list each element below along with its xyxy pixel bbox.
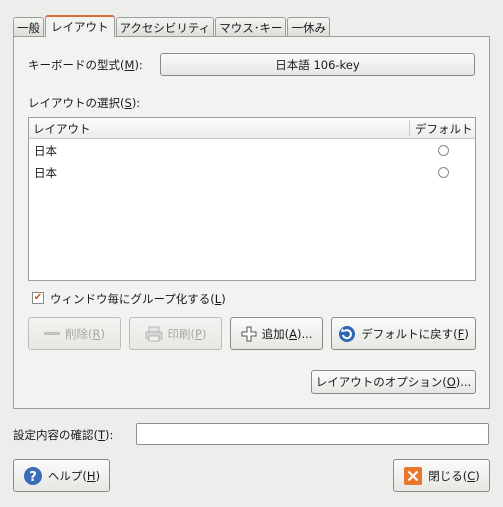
tab-mouse-keys[interactable]: マウス･キー: [215, 17, 287, 37]
remove-label: 削除(R): [65, 326, 105, 341]
keyboard-model-value: 日本語 106-key: [275, 57, 360, 72]
help-label: ヘルプ(H): [47, 468, 101, 483]
tab-bar: 一般 レイアウト アクセシビリティ マウス･キー 一休み: [13, 15, 331, 37]
tab-label: レイアウト: [51, 20, 109, 34]
test-field-label: 設定内容の確認(T):: [13, 428, 114, 442]
keyboard-model-button[interactable]: 日本語 106-key: [160, 53, 475, 76]
table-row[interactable]: 日本: [29, 161, 475, 183]
plus-icon: [241, 326, 257, 342]
layout-name: 日本: [34, 144, 57, 158]
group-per-window-label[interactable]: ウィンドウ毎にグループ化する(L): [50, 291, 226, 307]
print-button[interactable]: 印刷(P): [129, 317, 222, 350]
layout-table[interactable]: レイアウト デフォルト 日本 日本: [28, 117, 476, 281]
help-icon: ?: [23, 466, 43, 486]
close-icon: [403, 466, 423, 486]
reset-default-button[interactable]: デフォルトに戻す(F): [331, 317, 476, 350]
help-button[interactable]: ? ヘルプ(H): [13, 459, 110, 492]
layout-name: 日本: [34, 166, 57, 180]
table-row[interactable]: 日本: [29, 139, 475, 161]
close-label: 閉じる(C): [428, 468, 480, 483]
table-header: レイアウト デフォルト: [29, 118, 475, 139]
print-label: 印刷(P): [167, 326, 207, 341]
add-button[interactable]: 追加(A)...: [230, 317, 323, 350]
group-per-window-checkbox[interactable]: ✔: [32, 292, 44, 304]
tab-label: 一般: [17, 20, 40, 35]
keyboard-model-label: キーボードの型式(M):: [28, 58, 143, 72]
layout-select-label: レイアウトの選択(S):: [28, 96, 141, 110]
tab-label: アクセシビリティ: [119, 20, 211, 35]
layout-options-label: レイアウトのオプション(O)...: [315, 375, 472, 389]
reset-default-label: デフォルトに戻す(F): [361, 326, 469, 341]
add-label: 追加(A)...: [261, 326, 313, 341]
default-radio[interactable]: [438, 145, 449, 156]
svg-text:?: ?: [29, 470, 37, 485]
tab-accessibility[interactable]: アクセシビリティ: [115, 17, 215, 37]
remove-icon: [44, 332, 60, 335]
close-button[interactable]: 閉じる(C): [393, 459, 490, 492]
tab-typing-break[interactable]: 一休み: [287, 17, 330, 37]
default-radio[interactable]: [438, 167, 449, 178]
refresh-icon: [338, 325, 356, 343]
tab-label: マウス･キー: [219, 20, 283, 35]
column-divider: [409, 120, 410, 136]
layout-options-button[interactable]: レイアウトのオプション(O)...: [311, 370, 476, 394]
tab-layouts[interactable]: レイアウト: [45, 15, 115, 37]
remove-button[interactable]: 削除(R): [28, 317, 121, 350]
printer-icon: [145, 326, 163, 342]
tab-label: 一休み: [291, 20, 326, 35]
column-header-default[interactable]: デフォルト: [415, 121, 473, 137]
tab-general[interactable]: 一般: [13, 17, 44, 37]
test-input[interactable]: [136, 423, 489, 445]
column-header-layout[interactable]: レイアウト: [33, 121, 91, 137]
layouts-panel: キーボードの型式(M): 日本語 106-key レイアウトの選択(S): レイ…: [13, 36, 490, 409]
